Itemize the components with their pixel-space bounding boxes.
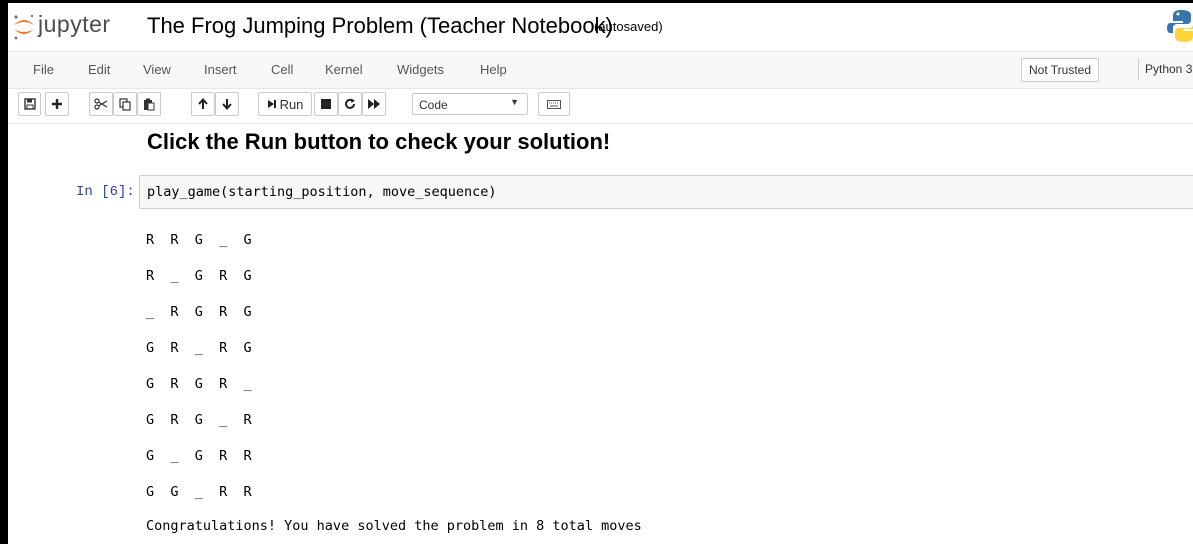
output-line: G R G _ R: [146, 412, 252, 428]
menu-kernel[interactable]: Kernel: [325, 62, 363, 77]
scissors-icon: [94, 98, 108, 110]
logo-text: jupyter: [38, 11, 111, 37]
menu-widgets[interactable]: Widgets: [397, 62, 444, 77]
python-logo: [1167, 9, 1193, 43]
paste-icon: [144, 98, 155, 110]
paste-button[interactable]: [137, 92, 161, 116]
output-line: R R G _ G: [146, 232, 252, 248]
restart-run-all-button[interactable]: [362, 92, 386, 116]
markdown-heading: Click the Run button to check your solut…: [147, 129, 611, 154]
output-line: G G _ R R: [146, 484, 252, 500]
cut-button[interactable]: [89, 92, 113, 116]
menu-insert[interactable]: Insert: [204, 62, 237, 77]
code-cell-input[interactable]: play_game(starting_position, move_sequen…: [139, 175, 1193, 209]
notebook-title[interactable]: The Frog Jumping Problem (Teacher Notebo…: [147, 13, 613, 39]
menu-cell[interactable]: Cell: [271, 62, 293, 77]
run-button[interactable]: Run: [258, 92, 312, 116]
fast-forward-icon: [368, 99, 380, 109]
output-line: G R G R _: [146, 376, 252, 392]
output-line: G _ G R R: [146, 448, 252, 464]
output-line: R _ G R G: [146, 268, 252, 284]
insert-cell-button[interactable]: [45, 92, 69, 116]
input-prompt: In [6]:: [76, 184, 135, 200]
header: jupyter The Frog Jumping Problem (Teache…: [8, 3, 1193, 49]
copy-button[interactable]: [113, 92, 137, 116]
move-down-button[interactable]: [215, 92, 239, 116]
code-source: play_game(starting_position, move_sequen…: [147, 184, 497, 200]
interrupt-kernel-button[interactable]: [314, 92, 338, 116]
trust-status-button[interactable]: Not Trusted: [1021, 58, 1100, 82]
chevron-down-icon: ▼: [510, 97, 519, 107]
stop-icon: [321, 99, 331, 109]
step-forward-icon: [267, 100, 276, 108]
save-icon: [23, 98, 36, 110]
notebook-app: jupyter The Frog Jumping Problem (Teache…: [8, 3, 1193, 544]
kernel-indicator[interactable]: Python 3: [1138, 58, 1193, 80]
jupyter-logo-icon: [14, 14, 34, 40]
menu-edit[interactable]: Edit: [88, 62, 110, 77]
menu-view[interactable]: View: [143, 62, 171, 77]
restart-kernel-button[interactable]: [338, 92, 362, 116]
window-frame-left: [0, 0, 8, 544]
menu-help[interactable]: Help: [480, 62, 507, 77]
arrow-up-icon: [198, 98, 208, 109]
command-palette-button[interactable]: [538, 92, 570, 116]
menubar: File Edit View Insert Cell Kernel Widget…: [8, 51, 1193, 89]
save-button[interactable]: [18, 92, 41, 116]
output-line: G R _ R G: [146, 340, 252, 356]
plus-icon: [52, 99, 62, 109]
move-up-button[interactable]: [191, 92, 215, 116]
result-message: Congratulations! You have solved the pro…: [146, 518, 642, 534]
arrow-down-icon: [222, 99, 232, 110]
jupyter-logo[interactable]: jupyter: [12, 11, 152, 43]
keyboard-icon: [547, 99, 561, 109]
restart-icon: [345, 98, 355, 109]
output-line: _ R G R G: [146, 304, 252, 320]
autosave-status: (autosaved): [594, 19, 663, 34]
cell-type-select[interactable]: Code ▼: [412, 93, 528, 115]
cell-type-value: Code: [419, 98, 448, 112]
copy-icon: [119, 97, 131, 111]
run-label: Run: [279, 96, 304, 112]
menu-file[interactable]: File: [33, 62, 54, 77]
python-logo-icon: [1167, 10, 1193, 42]
toolbar: Run Code ▼: [8, 89, 1193, 124]
